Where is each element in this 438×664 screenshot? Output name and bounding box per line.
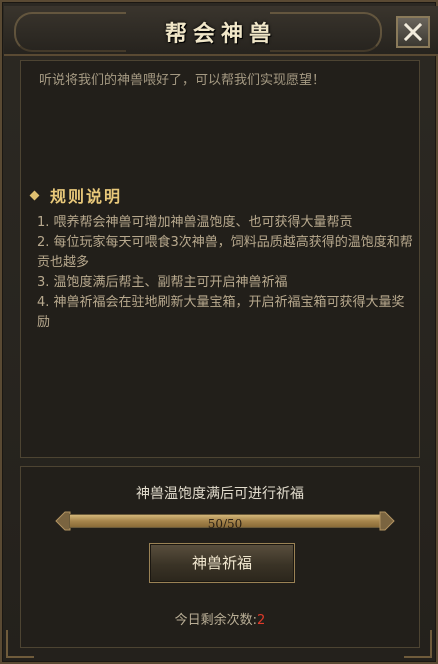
rules-heading-label: 规则说明 [50, 187, 123, 206]
rules-list: 1. 喂养帮会神兽可增加神兽温饱度、也可获得大量帮贡 2. 每位玩家每天可喂食3… [37, 213, 413, 333]
dialog-title: 帮会神兽 [164, 21, 277, 47]
progress-cap-right-icon [379, 511, 395, 531]
rule-item: 1. 喂养帮会神兽可增加神兽温饱度、也可获得大量帮贡 [37, 215, 353, 230]
beast-bless-button[interactable]: 神兽祈福 [149, 543, 295, 583]
remaining-count: 2 [257, 613, 266, 628]
close-button[interactable] [396, 16, 430, 48]
rules-heading: 规则说明 [29, 183, 123, 207]
progress-track: 50/50 [69, 514, 381, 531]
bless-panel: 神兽温饱度满后可进行祈福 50/50 神兽祈福 今日剩余次数:2 [20, 466, 420, 648]
guild-beast-dialog: 帮会神兽 听说将我们的神兽喂好了，可以帮我们实现愿望！ 规则说明 1. 喂养帮会… [0, 0, 438, 664]
info-panel: 听说将我们的神兽喂好了，可以帮我们实现愿望！ 规则说明 1. 喂养帮会神兽可增加… [20, 60, 420, 458]
frame-corner-ornament [404, 630, 432, 658]
satiety-progress-bar: 50/50 [55, 511, 395, 531]
intro-text: 听说将我们的神兽喂好了，可以帮我们实现愿望！ [39, 73, 326, 88]
rule-item: 4. 神兽祈福会在驻地刷新大量宝箱，开启祈福宝箱可获得大量奖励 [37, 295, 405, 330]
rule-item: 3. 温饱度满后帮主、副帮主可开启神兽祈福 [37, 275, 288, 290]
remaining-attempts: 今日剩余次数:2 [21, 609, 419, 628]
title-bar[interactable]: 帮会神兽 [4, 6, 438, 56]
close-icon [403, 22, 423, 42]
bless-condition-text: 神兽温饱度满后可进行祈福 [136, 486, 304, 502]
frame-corner-ornament [6, 630, 34, 658]
progress-label: 50/50 [207, 517, 243, 531]
diamond-bullet-icon [29, 190, 40, 201]
rule-item: 2. 每位玩家每天可喂食3次神兽，饲料品质越高获得的温饱度和帮贡也越多 [37, 235, 413, 270]
remaining-label: 今日剩余次数: [174, 613, 258, 628]
